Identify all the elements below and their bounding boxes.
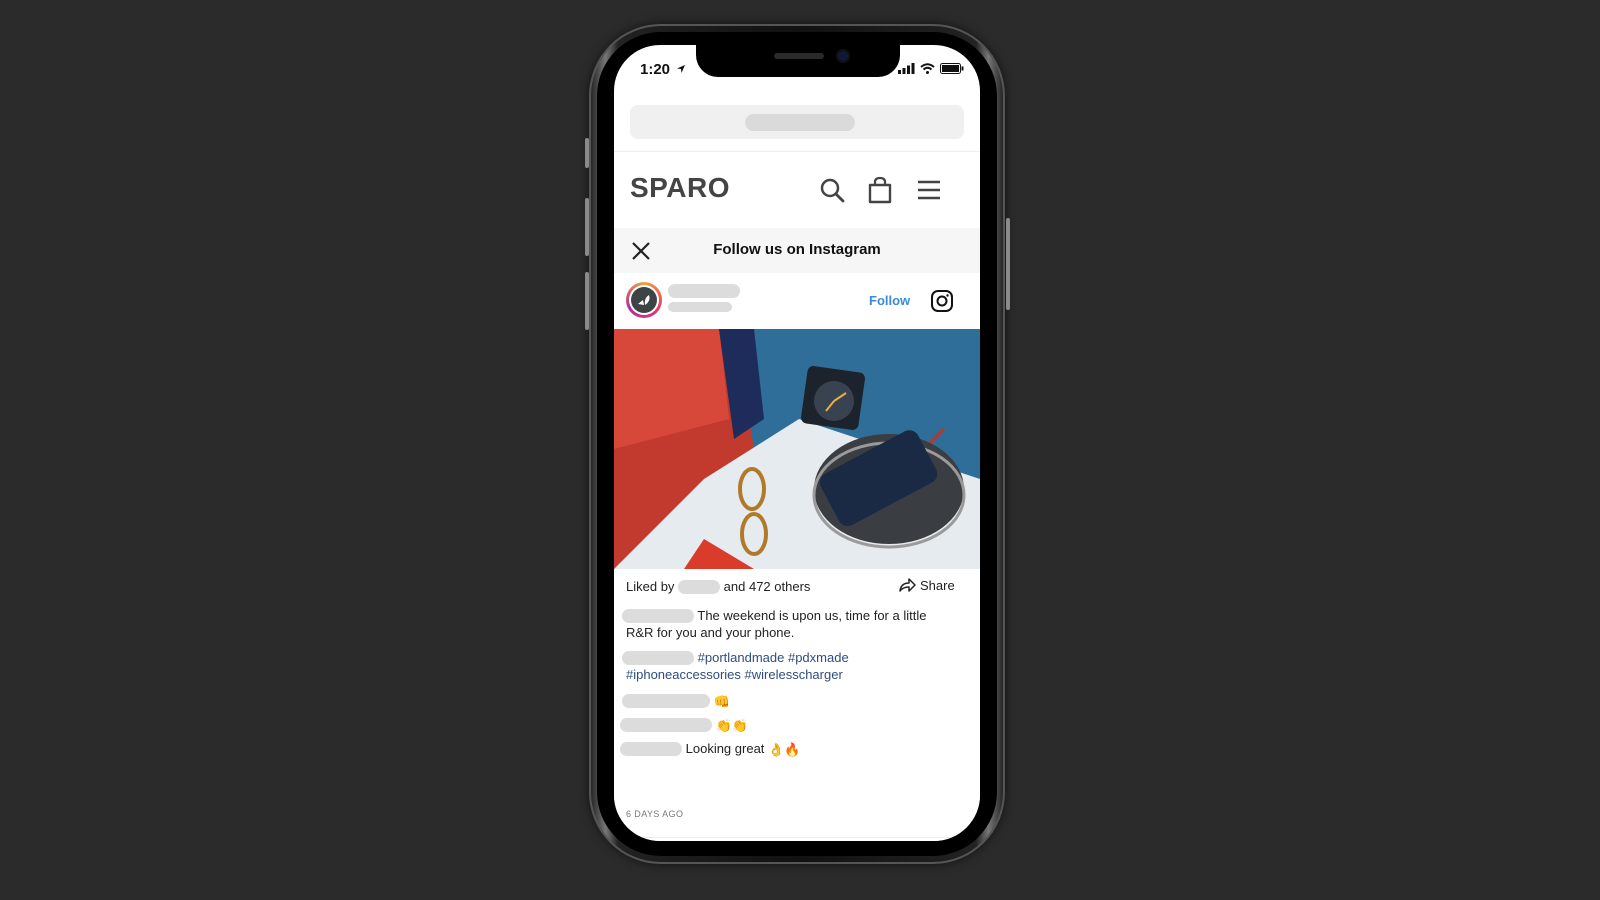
status-time: 1:20 [640, 61, 686, 78]
hashtags-line-2[interactable]: #iphoneaccessories #wirelesscharger [626, 667, 843, 682]
caption-text: The weekend is upon us, time for a littl… [697, 608, 927, 623]
share-button[interactable]: Share [898, 577, 955, 593]
site-logo[interactable]: SPARO [630, 172, 730, 204]
volume-up-button [585, 198, 589, 256]
likes-prefix: Liked by [626, 579, 675, 594]
post-header: Follow [614, 273, 980, 329]
fist-bump-emoji: 👊 [713, 693, 730, 709]
time-text: 1:20 [640, 61, 671, 78]
wifi-icon [920, 63, 935, 74]
leaf-logo-icon [638, 295, 650, 305]
comment-item: 👏👏 [620, 717, 748, 734]
earpiece-speaker [774, 53, 824, 59]
site-header: SPARO [614, 151, 980, 228]
banner-title: Follow us on Instagram [713, 241, 881, 258]
commenter-placeholder [622, 650, 694, 665]
url-placeholder [745, 114, 855, 131]
share-label: Share [920, 577, 955, 593]
post-image[interactable] [614, 329, 980, 569]
post-photo [614, 329, 980, 569]
comment-item: Looking great 👌🔥 [620, 741, 800, 758]
commenter-placeholder [620, 741, 682, 756]
commenter-placeholder [620, 717, 712, 732]
search-icon[interactable] [818, 176, 846, 204]
battery-icon [940, 63, 964, 74]
location-arrow-icon [677, 65, 686, 73]
instagram-banner: Follow us on Instagram [614, 228, 980, 273]
likes-line: Liked by and 472 others [626, 579, 810, 595]
menu-icon[interactable] [915, 176, 943, 204]
avatar-ring-gap [629, 285, 659, 315]
notch [696, 45, 900, 77]
ok-fire-emoji: 👌🔥 [768, 741, 801, 757]
hashtags-line-1[interactable]: #portlandmade #pdxmade [698, 650, 849, 665]
phone-screen: 1:20 SPARO Follow us on Instagram Follow… [614, 45, 980, 841]
share-icon [899, 578, 916, 592]
front-camera [838, 51, 848, 61]
commenter-placeholder [622, 693, 710, 708]
mute-switch [585, 138, 589, 168]
browser-url-bar[interactable] [630, 105, 964, 139]
post-date: 6 DAYS AGO [626, 809, 684, 819]
hashtag-comment: #portlandmade #pdxmade [622, 650, 849, 666]
avatar-image [631, 287, 657, 313]
instagram-icon[interactable] [930, 289, 954, 313]
post-meta: Liked by and 472 others Share The weeken… [614, 569, 980, 841]
volume-down-button [585, 272, 589, 330]
shopping-bag-icon[interactable] [866, 176, 894, 204]
divider [614, 837, 980, 838]
cellular-signal-icon [898, 63, 915, 74]
likes-count[interactable]: and 472 others [724, 579, 811, 594]
caption-line-2: R&R for you and your phone. [626, 625, 795, 640]
comment-text: Looking great [685, 741, 765, 756]
avatar[interactable] [626, 282, 662, 318]
status-icons [898, 63, 964, 74]
location-placeholder [668, 302, 732, 312]
follow-button[interactable]: Follow [869, 293, 910, 308]
clapping-emoji: 👏👏 [715, 717, 748, 733]
liker-placeholder [678, 579, 721, 594]
caption-line: The weekend is upon us, time for a littl… [622, 608, 926, 624]
username-placeholder [668, 284, 740, 298]
author-placeholder [622, 608, 694, 623]
power-button [1006, 218, 1010, 310]
comment-item: 👊 [622, 693, 730, 710]
